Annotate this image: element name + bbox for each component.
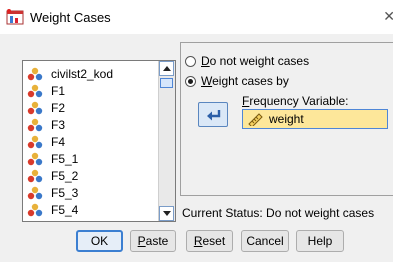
move-variable-button[interactable] — [198, 102, 228, 127]
radio-circle-off[interactable] — [185, 55, 196, 67]
radio-label: Do not weight cases — [201, 54, 310, 68]
scale-variable-icon — [27, 101, 43, 114]
list-item-label: F1 — [51, 83, 66, 98]
scale-variable-icon — [27, 118, 43, 131]
ok-button[interactable]: OK — [76, 230, 123, 252]
cancel-button[interactable]: Cancel — [241, 230, 289, 252]
list-item-label: F5_4 — [51, 202, 79, 217]
list-scrollbar[interactable] — [158, 61, 175, 221]
scale-variable-icon — [27, 152, 43, 165]
scroll-thumb[interactable] — [160, 78, 173, 88]
move-arrow-icon — [207, 109, 221, 120]
radio-weight-by[interactable]: Weight cases by — [185, 74, 289, 88]
weight-cases-app-icon — [6, 9, 24, 25]
paste-button[interactable]: Paste — [130, 230, 176, 252]
help-button[interactable]: Help — [296, 230, 344, 252]
list-item-label: F5_1 — [51, 151, 79, 166]
list-item-label: F4 — [51, 134, 66, 149]
scale-variable-icon — [27, 203, 43, 216]
scroll-down-icon — [162, 211, 171, 216]
window-title: Weight Cases — [30, 10, 111, 25]
frequency-variable-label: Frequency Variable: — [242, 94, 349, 108]
reset-button[interactable]: Reset — [186, 230, 233, 252]
frequency-variable-value: weight — [269, 112, 304, 126]
list-item[interactable]: civilst2_kod — [27, 65, 113, 82]
scale-variable-icon — [27, 135, 43, 148]
ruler-icon — [248, 113, 263, 126]
title-bar: Weight Cases ✕ — [0, 0, 393, 34]
list-item[interactable]: F5_3 — [27, 184, 78, 201]
scroll-up-button[interactable] — [159, 61, 174, 76]
list-item-label: F5_3 — [51, 185, 79, 200]
list-item[interactable]: F2 — [27, 99, 65, 116]
scale-variable-icon — [27, 67, 43, 80]
list-item[interactable]: F4 — [27, 133, 65, 150]
current-status: Current Status: Do not weight cases — [182, 206, 375, 220]
close-icon[interactable]: ✕ — [383, 8, 393, 25]
scroll-up-icon — [162, 66, 171, 71]
scale-variable-icon — [27, 186, 43, 199]
scale-variable-icon — [27, 169, 43, 182]
radio-label: Weight cases by — [201, 74, 289, 88]
list-item[interactable]: F3 — [27, 116, 65, 133]
list-item-label: civilst2_kod — [51, 66, 114, 81]
weight-options-panel: Do not weight cases Weight cases by Freq… — [180, 42, 393, 196]
list-item-label: F2 — [51, 100, 66, 115]
radio-circle-on[interactable] — [185, 75, 196, 87]
list-item-label: F3 — [51, 117, 66, 132]
variable-list[interactable]: civilst2_kod F1 F2 F3 F4 F5_1 F5_2 F5_3 … — [22, 60, 176, 222]
radio-do-not-weight[interactable]: Do not weight cases — [185, 54, 309, 68]
list-item[interactable]: F5_2 — [27, 167, 78, 184]
list-item[interactable]: F1 — [27, 82, 65, 99]
list-item-label: F5_2 — [51, 168, 79, 183]
frequency-variable-field[interactable]: weight — [242, 109, 388, 129]
scale-variable-icon — [27, 84, 43, 97]
scroll-down-button[interactable] — [159, 206, 174, 221]
list-item[interactable]: F5_1 — [27, 150, 78, 167]
list-item[interactable]: F5_4 — [27, 201, 78, 218]
